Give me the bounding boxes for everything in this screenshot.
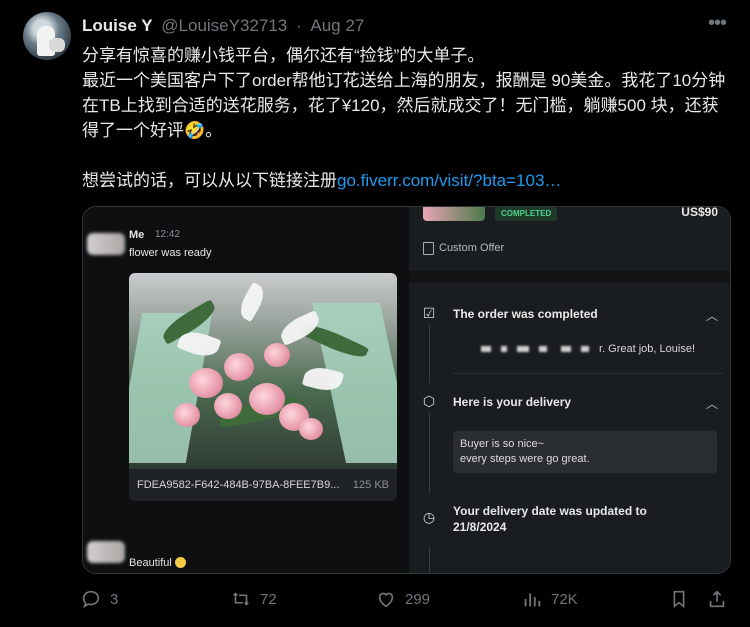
- gig-thumbnail: [423, 207, 485, 221]
- tweet-text: 分享有惊喜的赚小钱平台，偶尔还有“捡钱”的大单子。 最近一个美国客户下了orde…: [82, 43, 732, 193]
- calendar-clock-icon: ◷: [422, 509, 436, 525]
- tweet-line-1: 分享有惊喜的赚小钱平台，偶尔还有“捡钱”的大单子。: [82, 46, 485, 65]
- panel-divider: [409, 271, 730, 283]
- date-updated: Your delivery date was updated to 21/8/2…: [453, 503, 647, 535]
- delivery-line-2: every steps were go great.: [460, 453, 590, 465]
- more-icon[interactable]: •••: [708, 12, 727, 35]
- order-panel: COMPLETED US$90 Custom Offer ☑ The order…: [409, 207, 730, 573]
- tweet-media-image[interactable]: Me 12:42 flower was ready FDEA9582-F642-…: [82, 206, 731, 574]
- tweet-line-3: 想尝试的话，可以从以下链接注册go.fiverr.com/visit/?bta=…: [82, 168, 732, 193]
- offer-icon: [423, 242, 434, 255]
- reply-icon: [82, 590, 100, 609]
- bookmark-icon: [673, 590, 685, 609]
- repost-button[interactable]: 72: [230, 588, 277, 610]
- views-button[interactable]: 72K: [521, 588, 578, 610]
- tweet-line-3-text: 想尝试的话，可以从以下链接注册: [82, 171, 337, 190]
- like-count: 299: [405, 590, 431, 608]
- delivery-box-icon: ⬡: [422, 393, 436, 409]
- delivery-line-1: Buyer is so nice~: [460, 438, 545, 450]
- repost-count: 72: [260, 590, 277, 608]
- completed-message: r. Great job, Louise!: [599, 343, 695, 355]
- smile-emoji-icon: [174, 557, 186, 568]
- like-icon: [378, 592, 394, 608]
- chat-message-2-text: Beautiful: [129, 557, 172, 569]
- flower-photo[interactable]: [129, 273, 397, 469]
- fiverr-link[interactable]: go.fiverr.com/visit/?bta=103…: [337, 171, 561, 190]
- author-handle[interactable]: @LouiseY32713: [161, 16, 287, 35]
- reply-count: 3: [110, 590, 119, 608]
- tweet-actions: 3 72 299 72K: [0, 588, 750, 614]
- share-icon: [709, 590, 725, 608]
- status-badge: COMPLETED: [495, 207, 558, 221]
- order-price: US$90: [681, 206, 718, 219]
- chat-sender: Me: [129, 229, 145, 241]
- file-attachment[interactable]: FDEA9582-F642-484B-97BA-8FEE7B9... 125 K…: [129, 469, 397, 501]
- file-size: 125 KB: [352, 479, 389, 491]
- reply-button[interactable]: 3: [80, 588, 118, 610]
- completed-title: The order was completed: [453, 307, 598, 321]
- file-name: FDEA9582-F642-484B-97BA-8FEE7B9...: [137, 479, 340, 491]
- chat-panel: Me 12:42 flower was ready FDEA9582-F642-…: [83, 207, 409, 573]
- views-count: 72K: [551, 590, 578, 608]
- tweet-date[interactable]: Aug 27: [310, 16, 364, 35]
- share-button[interactable]: [706, 588, 736, 610]
- date-updated-line-2: 21/8/2024: [453, 520, 507, 534]
- author-name[interactable]: Louise Y: [82, 16, 153, 35]
- chevron-up-icon[interactable]: ︿: [706, 395, 718, 412]
- order-completed-icon: ☑: [422, 305, 436, 321]
- delivery-title: Here is your delivery: [453, 395, 572, 409]
- bookmark-button[interactable]: [668, 588, 698, 610]
- repost-icon: [233, 592, 249, 606]
- delivery-message: Buyer is so nice~ every steps were go gr…: [453, 431, 717, 473]
- blurred-avatar-2: [87, 541, 125, 563]
- chat-time: 12:42: [155, 229, 181, 240]
- tweet-line-2: 最近一个美国客户下了order帮他订花送给上海的朋友，报酬是 90美金。我花了1…: [82, 71, 726, 140]
- avatar[interactable]: [23, 12, 71, 60]
- offer-label: Custom Offer: [439, 242, 505, 254]
- timeline-line: [429, 325, 430, 383]
- dot-separator: ·: [295, 16, 302, 35]
- chat-message-2: Beautiful: [129, 557, 186, 569]
- blurred-avatar: [87, 233, 125, 255]
- tweet-header: Louise Y @LouiseY32713 · Aug 27: [82, 16, 364, 36]
- section-separator: [453, 373, 723, 374]
- chevron-up-icon[interactable]: ︿: [706, 307, 718, 324]
- views-icon: [524, 593, 541, 607]
- date-updated-line-1: Your delivery date was updated to: [453, 504, 647, 518]
- like-button[interactable]: 299: [375, 588, 430, 610]
- chat-message-1: flower was ready: [129, 247, 212, 259]
